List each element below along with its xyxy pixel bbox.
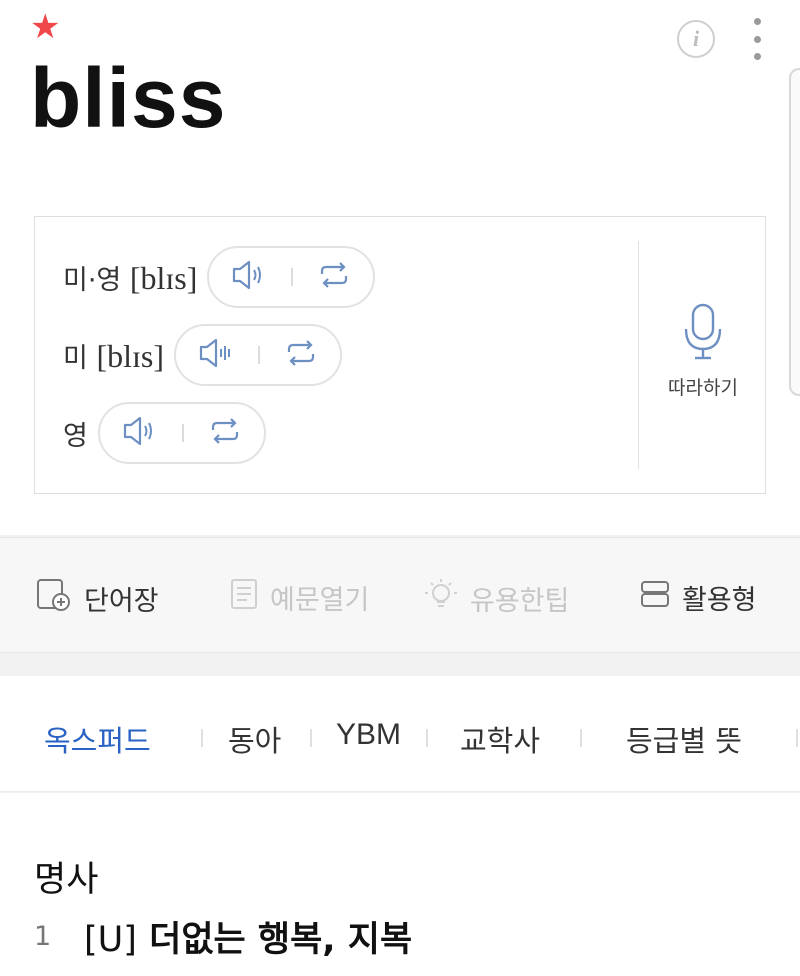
sense-meaning: 더없는 행복, 지복 bbox=[136, 920, 413, 960]
tab-donga[interactable]: 동아 bbox=[228, 718, 281, 760]
tab-separator bbox=[426, 729, 428, 747]
pronunciation-label: 미·영 [blɪs] bbox=[63, 259, 198, 296]
pronunciation-row-uk: 영 bbox=[63, 401, 266, 465]
definition-section: 명사 1 [U] 더없는 행복, 지복 bbox=[0, 793, 800, 976]
headword: bliss bbox=[30, 51, 227, 145]
tab-separator bbox=[310, 729, 312, 747]
tab-oxford[interactable]: 옥스퍼드 bbox=[44, 718, 151, 760]
side-panel-handle[interactable] bbox=[789, 68, 800, 396]
pronunciation-label: 영 bbox=[63, 420, 88, 452]
tab-kyohaksa[interactable]: 교학사 bbox=[460, 718, 540, 760]
speaker-icon[interactable] bbox=[231, 258, 267, 296]
pronunciation-row-us: 미 [blɪs] bbox=[63, 323, 342, 387]
part-of-speech: 명사 bbox=[34, 860, 99, 900]
follow-along-button[interactable]: 따라하기 bbox=[639, 303, 767, 400]
tab-separator bbox=[201, 729, 203, 747]
dictionary-tabs: 옥스퍼드 동아 YBM 교학사 등급별 뜻 bbox=[0, 676, 800, 792]
star-icon[interactable]: ★ bbox=[30, 10, 60, 44]
tab-ybm[interactable]: YBM bbox=[336, 718, 401, 752]
grammar-tag: [U] bbox=[84, 920, 137, 960]
tab-separator bbox=[580, 729, 582, 747]
info-icon[interactable]: i bbox=[677, 20, 715, 58]
layers-icon bbox=[640, 579, 670, 616]
follow-along-label: 따라하기 bbox=[668, 377, 738, 399]
pronunciation-row-us-uk: 미·영 [blɪs] bbox=[63, 245, 376, 309]
inflections-button[interactable]: 활용형 bbox=[640, 578, 757, 617]
document-icon bbox=[230, 578, 258, 617]
sense-text: [U] 더없는 행복, 지복 bbox=[84, 911, 412, 962]
open-examples-button[interactable]: 예문열기 bbox=[230, 578, 369, 617]
pronunciation-panel: 미·영 [blɪs] 미 [blɪs] 영 따라하기 bbox=[34, 216, 766, 494]
tab-level-meaning[interactable]: 등급별 뜻 bbox=[626, 718, 742, 760]
repeat-icon[interactable] bbox=[284, 338, 318, 372]
pronunciation-controls bbox=[97, 402, 266, 464]
entry-header: ★ bliss i 미·영 [blɪs] 미 [blɪs] 영 따라하기 bbox=[0, 0, 800, 535]
tab-separator bbox=[796, 729, 798, 747]
useful-tips-label: 유용한팁 bbox=[470, 586, 570, 617]
lightbulb-icon bbox=[424, 578, 458, 619]
wordbook-label: 단어장 bbox=[84, 586, 159, 617]
repeat-icon[interactable] bbox=[317, 260, 351, 294]
pronunciation-label: 미 [blɪs] bbox=[63, 337, 164, 374]
action-toolbar: 단어장 예문열기 유용한팁 활용형 bbox=[0, 537, 800, 653]
microphone-icon bbox=[683, 303, 723, 365]
info-glyph: i bbox=[692, 26, 700, 51]
repeat-icon[interactable] bbox=[208, 416, 242, 450]
open-examples-label: 예문열기 bbox=[270, 585, 370, 616]
more-vertical-icon[interactable] bbox=[744, 16, 770, 62]
add-to-wordbook-icon bbox=[36, 578, 72, 619]
pronunciation-controls bbox=[207, 246, 376, 308]
pronunciation-controls bbox=[173, 324, 342, 386]
speaker-icon[interactable] bbox=[122, 414, 158, 452]
speaker-active-icon[interactable] bbox=[198, 336, 234, 374]
wordbook-button[interactable]: 단어장 bbox=[36, 578, 159, 619]
sense-item: 1 [U] 더없는 행복, 지복 bbox=[34, 911, 412, 962]
sense-number: 1 bbox=[34, 921, 52, 952]
inflections-label: 활용형 bbox=[682, 585, 757, 616]
useful-tips-button[interactable]: 유용한팁 bbox=[424, 578, 569, 619]
